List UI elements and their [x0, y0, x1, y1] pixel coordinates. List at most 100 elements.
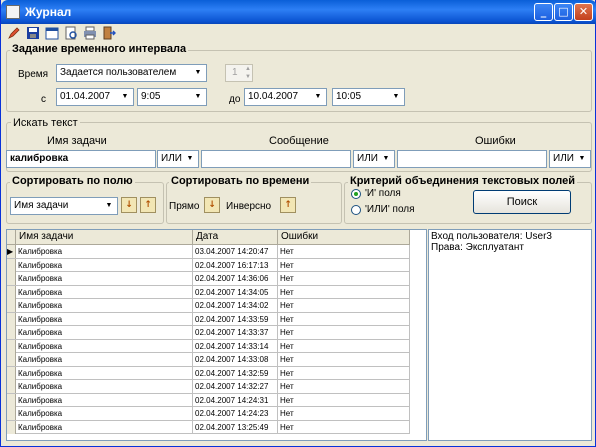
table-row[interactable]: Калибровка 02.04.2007 16:17:13 Нет — [7, 258, 410, 272]
row-indicator[interactable] — [7, 339, 16, 353]
cell-date[interactable]: 03.04.2007 14:20:47 — [193, 245, 278, 258]
cell-errors[interactable]: Нет — [278, 407, 410, 420]
message-op-select[interactable]: ИЛИ ▼ — [353, 150, 395, 168]
row-indicator[interactable]: ▶ — [7, 245, 16, 258]
cell-errors[interactable]: Нет — [278, 339, 410, 353]
sort-inverse-icon[interactable]: ↑ — [280, 197, 296, 213]
cell-task[interactable]: Калибровка — [16, 312, 193, 326]
cell-errors[interactable]: Нет — [278, 353, 410, 366]
sort-descending-icon[interactable]: ↑ — [140, 197, 156, 213]
row-indicator[interactable] — [7, 299, 16, 312]
cell-task[interactable]: Калибровка — [16, 407, 193, 420]
cell-task[interactable]: Калибровка — [16, 393, 193, 407]
row-indicator[interactable] — [7, 407, 16, 420]
cell-errors[interactable]: Нет — [278, 245, 410, 258]
title-bar[interactable]: Журнал _ □ ✕ — [1, 0, 596, 24]
table-row[interactable]: Калибровка 02.04.2007 14:36:06 Нет — [7, 272, 410, 286]
cell-date[interactable]: 02.04.2007 14:32:59 — [193, 366, 278, 380]
table-row[interactable]: Калибровка 02.04.2007 14:34:05 Нет — [7, 285, 410, 299]
cell-errors[interactable]: Нет — [278, 366, 410, 380]
cell-errors[interactable]: Нет — [278, 285, 410, 299]
cell-date[interactable]: 02.04.2007 14:34:02 — [193, 299, 278, 312]
cell-task[interactable]: Калибровка — [16, 258, 193, 272]
cell-task[interactable]: Калибровка — [16, 366, 193, 380]
row-indicator[interactable] — [7, 366, 16, 380]
from-time-picker[interactable]: 9:05 ▼ — [137, 88, 207, 106]
cell-errors[interactable]: Нет — [278, 380, 410, 393]
row-indicator[interactable] — [7, 285, 16, 299]
cell-errors[interactable]: Нет — [278, 312, 410, 326]
cell-task[interactable]: Калибровка — [16, 245, 193, 258]
sort-direct-icon[interactable]: ↓ — [204, 197, 220, 213]
table-row[interactable]: Калибровка 02.04.2007 13:25:49 Нет — [7, 420, 410, 434]
cell-task[interactable]: Калибровка — [16, 353, 193, 366]
task-search-input[interactable]: калибровка — [6, 150, 156, 168]
errors-op-select[interactable]: ИЛИ ▼ — [549, 150, 591, 168]
table-row[interactable]: Калибровка 02.04.2007 14:34:02 Нет — [7, 299, 410, 313]
errors-search-input[interactable] — [397, 150, 547, 168]
cell-task[interactable]: Калибровка — [16, 339, 193, 353]
print-icon[interactable] — [83, 26, 97, 40]
cell-date[interactable]: 02.04.2007 14:36:06 — [193, 272, 278, 285]
row-indicator[interactable] — [7, 312, 16, 326]
cell-date[interactable]: 02.04.2007 14:24:31 — [193, 393, 278, 407]
time-mode-select[interactable]: Задается пользователем ▼ — [56, 64, 207, 82]
cell-date[interactable]: 02.04.2007 14:32:27 — [193, 380, 278, 393]
cell-date[interactable]: 02.04.2007 14:33:37 — [193, 326, 278, 339]
row-indicator[interactable] — [7, 380, 16, 393]
cell-task[interactable]: Калибровка — [16, 326, 193, 339]
cell-date[interactable]: 02.04.2007 14:33:08 — [193, 353, 278, 366]
cell-task[interactable]: Калибровка — [16, 299, 193, 312]
cell-errors[interactable]: Нет — [278, 393, 410, 407]
row-indicator[interactable] — [7, 393, 16, 407]
cell-date[interactable]: 02.04.2007 14:33:14 — [193, 339, 278, 353]
table-row[interactable]: Калибровка 02.04.2007 14:24:31 Нет — [7, 393, 410, 407]
cell-errors[interactable]: Нет — [278, 272, 410, 285]
table-row[interactable]: Калибровка 02.04.2007 14:33:08 Нет — [7, 353, 410, 367]
row-indicator[interactable] — [7, 353, 16, 366]
cell-date[interactable]: 02.04.2007 16:17:13 — [193, 258, 278, 272]
spinner-arrows-icon[interactable]: ▲ ▼ — [245, 65, 251, 81]
sort-ascending-icon[interactable]: ↓ — [121, 197, 137, 213]
from-date-picker[interactable]: 01.04.2007 ▼ — [56, 88, 134, 106]
column-header-date[interactable]: Дата — [193, 230, 278, 245]
row-indicator[interactable] — [7, 420, 16, 434]
row-indicator[interactable] — [7, 272, 16, 285]
cell-date[interactable]: 02.04.2007 14:34:05 — [193, 285, 278, 299]
task-op-select[interactable]: ИЛИ ▼ — [157, 150, 199, 168]
pencil-icon[interactable] — [7, 26, 21, 40]
or-radio[interactable] — [351, 205, 361, 215]
table-row[interactable]: Калибровка 02.04.2007 14:32:27 Нет — [7, 380, 410, 394]
row-indicator[interactable] — [7, 258, 16, 272]
cell-task[interactable]: Калибровка — [16, 285, 193, 299]
cell-date[interactable]: 02.04.2007 14:24:23 — [193, 407, 278, 420]
table-row[interactable]: ▶ Калибровка 03.04.2007 14:20:47 Нет — [7, 245, 410, 259]
period-spinner[interactable]: 1 ▲ ▼ — [225, 64, 253, 82]
sort-field-select[interactable]: Имя задачи ▼ — [10, 197, 118, 215]
minimize-button[interactable]: _ — [534, 3, 553, 21]
cell-errors[interactable]: Нет — [278, 326, 410, 339]
preview-icon[interactable] — [64, 26, 78, 40]
cell-task[interactable]: Калибровка — [16, 272, 193, 285]
cell-errors[interactable]: Нет — [278, 299, 410, 312]
to-time-picker[interactable]: 10:05 ▼ — [332, 88, 405, 106]
table-row[interactable]: Калибровка 02.04.2007 14:32:59 Нет — [7, 366, 410, 380]
row-indicator[interactable] — [7, 326, 16, 339]
cell-date[interactable]: 02.04.2007 14:33:59 — [193, 312, 278, 326]
cell-errors[interactable]: Нет — [278, 420, 410, 434]
table-row[interactable]: Калибровка 02.04.2007 14:33:14 Нет — [7, 339, 410, 353]
table-row[interactable]: Калибровка 02.04.2007 14:24:23 Нет — [7, 407, 410, 421]
calendar-icon[interactable] — [45, 26, 59, 40]
column-header-errors[interactable]: Ошибки — [278, 230, 410, 245]
cell-date[interactable]: 02.04.2007 13:25:49 — [193, 420, 278, 434]
search-button[interactable]: Поиск — [473, 190, 571, 214]
column-header-task[interactable]: Имя задачи — [16, 230, 193, 245]
cell-task[interactable]: Калибровка — [16, 420, 193, 434]
table-row[interactable]: Калибровка 02.04.2007 14:33:59 Нет — [7, 312, 410, 326]
exit-icon[interactable] — [102, 26, 116, 40]
to-date-picker[interactable]: 10.04.2007 ▼ — [244, 88, 327, 106]
and-radio[interactable] — [351, 189, 361, 199]
maximize-button[interactable]: □ — [554, 3, 573, 21]
cell-errors[interactable]: Нет — [278, 258, 410, 272]
message-search-input[interactable] — [201, 150, 351, 168]
